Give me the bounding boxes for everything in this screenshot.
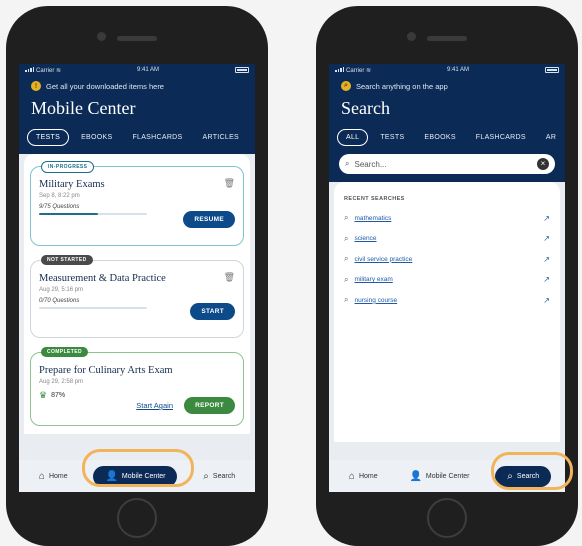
screen: Carrier ≋ 9:41 AM ⌕ Search anything on t… xyxy=(329,64,565,492)
header: Carrier ≋ 9:41 AM ⌕ Search anything on t… xyxy=(329,64,565,182)
trash-icon[interactable]: 🗑 xyxy=(224,272,235,283)
home-hardware-button[interactable] xyxy=(427,498,467,538)
camera xyxy=(97,32,106,41)
camera xyxy=(407,32,416,41)
tab-tests[interactable]: TESTS xyxy=(27,129,70,146)
carrier: Carrier ≋ xyxy=(335,66,371,74)
clock: 9:41 AM xyxy=(137,67,160,73)
nav-home[interactable]: ⌂ Home xyxy=(33,467,74,486)
arrow-up-left-icon[interactable]: ↗ xyxy=(543,214,550,223)
arrow-up-left-icon[interactable]: ↗ xyxy=(543,255,550,264)
recent-item[interactable]: ⌕ civil service practice ↗ xyxy=(340,249,554,270)
tab-ebooks[interactable]: EBOOKS xyxy=(73,130,120,145)
recent-searches-label: RECENT SEARCHES xyxy=(344,196,405,202)
search-input[interactable]: ⌕ Search... × xyxy=(339,154,555,174)
home-icon: ⌂ xyxy=(38,470,45,482)
recent-item[interactable]: ⌕ nursing course ↗ xyxy=(340,290,554,311)
recent-item[interactable]: ⌕ mathematics ↗ xyxy=(340,208,554,229)
notice-text: Get all your downloaded items here xyxy=(46,81,164,91)
tab-articles[interactable]: ARTICLES xyxy=(195,130,248,145)
recent-item[interactable]: ⌕ science ↗ xyxy=(340,229,554,250)
nav-home[interactable]: ⌂ Home xyxy=(343,467,384,486)
status-badge: COMPLETED xyxy=(41,347,88,357)
test-card[interactable]: NOT STARTED Measurement & Data Practice … xyxy=(30,255,244,338)
clear-icon[interactable]: × xyxy=(537,158,549,170)
search-icon: ⌕ xyxy=(344,295,349,305)
test-title: Measurement & Data Practice xyxy=(39,273,166,284)
search-icon: ⌕ xyxy=(344,274,349,284)
status-bar: Carrier ≋ 9:41 AM xyxy=(329,64,565,76)
trophy-icon: ♛ xyxy=(39,390,48,400)
test-list: IN-PROGRESS Military Exams Sep 8, 8:22 p… xyxy=(24,154,250,434)
tab-articles[interactable]: AR xyxy=(538,130,564,145)
download-notice: ! Get all your downloaded items here xyxy=(19,76,255,92)
screen: Carrier ≋ 9:41 AM ! Get all your downloa… xyxy=(19,64,255,492)
speaker xyxy=(117,36,157,41)
arrow-up-left-icon[interactable]: ↗ xyxy=(543,275,550,284)
search-icon: ⌕ xyxy=(344,213,349,223)
home-hardware-button[interactable] xyxy=(117,498,157,538)
start-again-link[interactable]: Start Again xyxy=(136,401,173,410)
signal-icon xyxy=(25,66,34,72)
info-icon: ! xyxy=(31,81,41,91)
battery-icon xyxy=(545,67,559,73)
test-date: Sep 8, 8:22 pm xyxy=(39,193,80,199)
nav-mobile-center[interactable]: 👤 Mobile Center xyxy=(403,467,475,486)
home-icon: ⌂ xyxy=(348,470,355,482)
tab-flashcards[interactable]: FLASHCARDS xyxy=(124,130,190,145)
notice-text: Search anything on the app xyxy=(356,81,448,91)
tab-tests[interactable]: TESTS xyxy=(372,130,412,145)
questions-count: 9/75 Questions xyxy=(39,204,80,210)
test-title: Military Exams xyxy=(39,179,105,190)
progress-bar xyxy=(39,307,147,309)
start-button[interactable]: START xyxy=(190,303,235,320)
status-badge: IN-PROGRESS xyxy=(41,161,95,173)
trash-icon[interactable]: 🗑 xyxy=(224,178,235,189)
tab-all[interactable]: ALL xyxy=(337,129,369,146)
tab-bar: TESTS EBOOKS FLASHCARDS ARTICLES xyxy=(19,125,255,154)
user-icon: 👤 xyxy=(409,470,422,482)
report-button[interactable]: REPORT xyxy=(184,397,235,414)
test-date: Aug 29, 5:16 pm xyxy=(39,287,84,293)
status-bar: Carrier ≋ 9:41 AM xyxy=(19,64,255,76)
recent-searches: RECENT SEARCHES ⌕ mathematics ↗ ⌕ science ↗ … xyxy=(334,182,560,442)
page-title: Mobile Center xyxy=(31,98,136,118)
search-placeholder: Search... xyxy=(354,159,387,169)
clock: 9:41 AM xyxy=(447,67,470,73)
progress-fill xyxy=(39,213,99,215)
search-icon: ⌕ xyxy=(344,233,349,243)
test-card[interactable]: COMPLETED Prepare for Culinary Arts Exam… xyxy=(30,347,244,426)
recent-item[interactable]: ⌕ military exam ↗ xyxy=(340,270,554,291)
test-date: Aug 29, 2:58 pm xyxy=(39,379,84,385)
score-value: 87% xyxy=(51,392,66,399)
nav-search[interactable]: ⌕ Search xyxy=(197,467,241,486)
arrow-up-left-icon[interactable]: ↗ xyxy=(543,234,550,243)
search-info-icon: ⌕ xyxy=(341,81,351,91)
progress-bar xyxy=(39,213,147,215)
highlight-ring-mobile-center xyxy=(82,449,194,487)
status-badge: NOT STARTED xyxy=(41,255,93,265)
tab-bar: ALL TESTS EBOOKS FLASHCARDS AR xyxy=(329,125,565,154)
signal-icon xyxy=(335,66,344,72)
arrow-up-left-icon[interactable]: ↗ xyxy=(543,296,550,305)
search-icon: ⌕ xyxy=(344,254,349,264)
test-card[interactable]: IN-PROGRESS Military Exams Sep 8, 8:22 p… xyxy=(30,161,244,246)
search-notice: ⌕ Search anything on the app xyxy=(329,76,565,92)
search-icon: ⌕ xyxy=(203,470,209,482)
page-title: Search xyxy=(341,98,390,118)
tab-flashcards[interactable]: FLASHCARDS xyxy=(468,130,534,145)
speaker xyxy=(427,36,467,41)
test-title: Prepare for Culinary Arts Exam xyxy=(39,365,173,376)
carrier: Carrier ≋ xyxy=(25,66,61,74)
resume-button[interactable]: RESUME xyxy=(183,211,235,228)
tab-ebooks[interactable]: EBOOKS xyxy=(416,130,463,145)
header: Carrier ≋ 9:41 AM ! Get all your downloa… xyxy=(19,64,255,154)
battery-icon xyxy=(235,67,249,73)
highlight-ring-search xyxy=(491,452,573,490)
search-icon: ⌕ xyxy=(345,159,350,168)
search-wrap: ⌕ Search... × xyxy=(329,154,565,182)
